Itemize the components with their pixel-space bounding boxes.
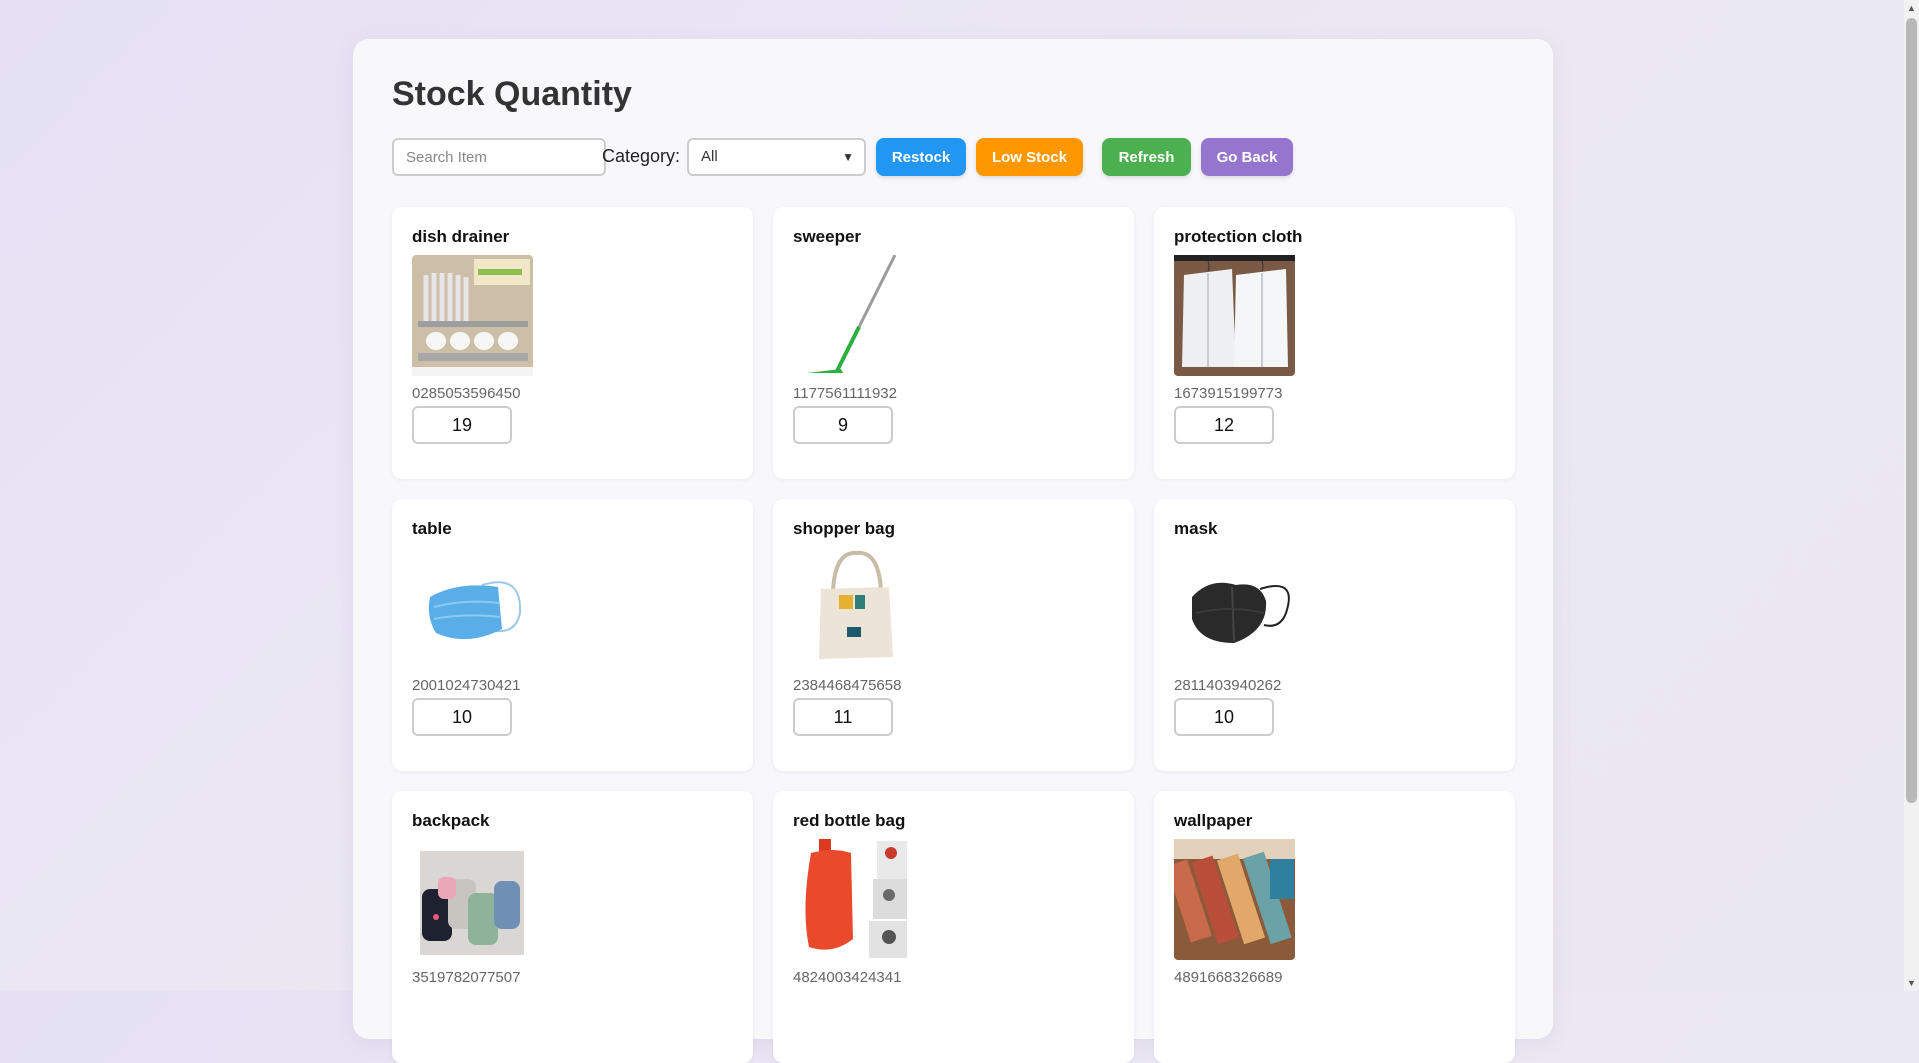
item-card: sweeper 1177561111932 9	[773, 207, 1134, 479]
item-code: 3519782077507	[412, 969, 521, 986]
scroll-down-arrow-icon[interactable]: ▼	[1904, 975, 1919, 991]
item-code: 2811403940262	[1174, 677, 1282, 694]
low-stock-button[interactable]: Low Stock	[976, 138, 1083, 176]
item-name: shopper bag	[793, 519, 896, 538]
page-title: Stock Quantity	[392, 75, 632, 113]
item-card: wallpaper 4891668326689	[1154, 791, 1515, 1063]
vertical-scrollbar[interactable]: ▲ ▼	[1904, 0, 1919, 991]
refresh-button[interactable]: Refresh	[1102, 138, 1191, 176]
quantity-field[interactable]: 10	[1174, 698, 1274, 736]
backpacks-image	[412, 839, 533, 960]
main-panel: Stock Quantity Category: All ▼ Restock L…	[353, 39, 1553, 1063]
restock-button[interactable]: Restock	[876, 138, 966, 176]
search-input[interactable]	[392, 138, 606, 176]
quantity-field[interactable]: 11	[793, 698, 893, 736]
item-name: mask	[1174, 519, 1218, 538]
item-name: sweeper	[793, 227, 862, 246]
scrollbar-thumb[interactable]	[1906, 18, 1917, 803]
item-code: 4824003424341	[793, 969, 902, 986]
tote-bag-image	[793, 547, 914, 668]
item-name: backpack	[412, 811, 490, 830]
item-card: table 2001024730421 10	[392, 499, 753, 771]
item-code: 2001024730421	[412, 677, 521, 694]
quantity-field[interactable]: 9	[793, 406, 893, 444]
quantity-field[interactable]: 10	[412, 698, 512, 736]
quantity-field[interactable]: 12	[1174, 406, 1274, 444]
item-name: dish drainer	[412, 227, 510, 246]
dish-drainer-image	[412, 255, 533, 376]
sweeper-image	[793, 255, 914, 376]
item-card: protection cloth 1673915199773 12	[1154, 207, 1515, 479]
category-select[interactable]: All ▼	[687, 138, 866, 176]
item-card: dish drainer 0285053596450 19	[392, 207, 753, 479]
item-code: 4891668326689	[1174, 969, 1283, 986]
item-card: shopper bag 2384468475658 11	[773, 499, 1134, 771]
item-code: 1673915199773	[1174, 385, 1283, 402]
item-code: 0285053596450	[412, 385, 521, 402]
item-name: red bottle bag	[793, 811, 906, 830]
black-mask-image	[1174, 547, 1295, 668]
item-name: protection cloth	[1174, 227, 1303, 246]
toolbar: Category: All ▼ Restock Low Stock Refres…	[392, 138, 1492, 176]
item-code: 1177561111932	[793, 385, 897, 402]
quantity-field[interactable]: 19	[412, 406, 512, 444]
scroll-up-arrow-icon[interactable]: ▲	[1904, 0, 1919, 16]
item-card: red bottle bag 4824003424341	[773, 791, 1134, 1063]
item-code: 2384468475658	[793, 677, 902, 694]
wallpaper-rolls-image	[1174, 839, 1295, 960]
go-back-button[interactable]: Go Back	[1201, 138, 1293, 176]
face-mask-image	[412, 547, 533, 668]
item-name: table	[412, 519, 452, 538]
item-card: mask 2811403940262 10	[1154, 499, 1515, 771]
item-card: backpack 3519782077507	[392, 791, 753, 1063]
category-selected-value: All	[701, 148, 718, 165]
item-name: wallpaper	[1174, 811, 1253, 830]
garment-cover-image	[1174, 255, 1295, 376]
category-label: Category:	[602, 146, 681, 166]
chevron-down-icon: ▼	[842, 150, 854, 164]
hot-water-bottle-image	[793, 839, 914, 960]
